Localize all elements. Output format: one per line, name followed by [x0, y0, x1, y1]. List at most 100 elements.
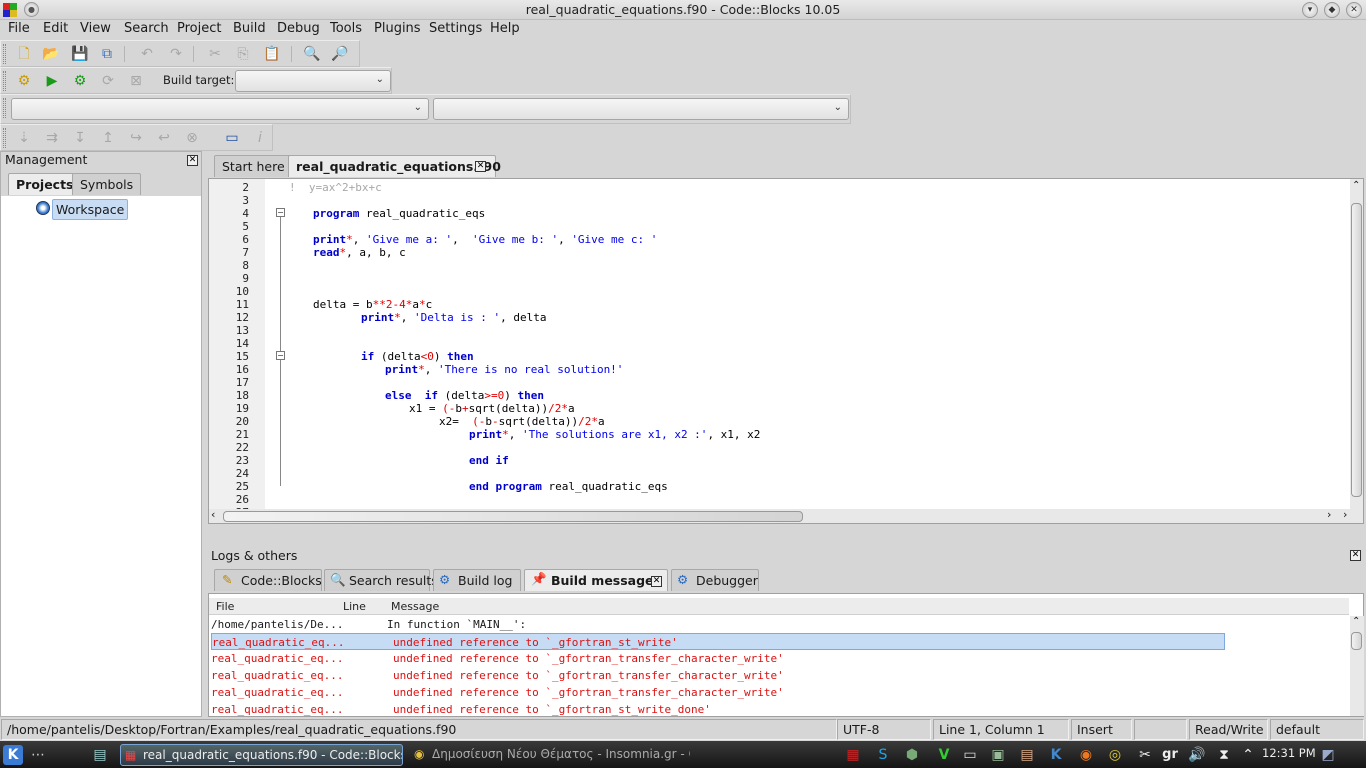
clock[interactable]: 12:31 PM	[1262, 746, 1316, 760]
menu-edit[interactable]: Edit	[43, 21, 68, 36]
scrollbar-thumb[interactable]	[223, 511, 803, 522]
scrollbar-thumb[interactable]	[1351, 203, 1362, 497]
volume-icon[interactable]: 🔊	[1187, 745, 1207, 765]
copy-icon[interactable]: ⎘	[234, 45, 252, 63]
table-row[interactable]: real_quadratic_eq... undefined reference …	[211, 684, 1225, 701]
chrome-tray-icon[interactable]: ◎	[1105, 745, 1125, 765]
replace-icon[interactable]: 🔎	[331, 45, 349, 63]
redo-icon[interactable]: ↷	[167, 45, 185, 63]
minimize-button[interactable]: ▾	[1302, 2, 1318, 18]
menu-project[interactable]: Project	[177, 21, 221, 36]
debug-step-instruction-icon[interactable]: ↩	[155, 129, 173, 147]
tab-build-log[interactable]: ⚙ Build log	[433, 569, 521, 591]
abort-icon[interactable]: ⊠	[127, 72, 145, 90]
menu-build[interactable]: Build	[233, 21, 266, 36]
terminal-icon[interactable]: ▭	[960, 745, 980, 765]
workspace-tree-item[interactable]: Workspace	[52, 199, 129, 220]
debug-next-instruction-icon[interactable]: ↪	[127, 129, 145, 147]
tab-start-here[interactable]: Start here	[214, 155, 293, 177]
build-and-run-icon[interactable]: ⚙	[71, 72, 89, 90]
menu-tools[interactable]: Tools	[330, 21, 362, 36]
close-icon[interactable]: ✕	[475, 161, 486, 172]
tab-real-quadratic-equations[interactable]: real_quadratic_equations.f90 ✕	[288, 155, 501, 177]
table-row[interactable]: real_quadratic_eq... undefined reference …	[211, 667, 1225, 684]
task-codeblocks[interactable]: ▦ real_quadratic_equations.f90 - Code::Bl…	[120, 744, 403, 766]
debug-windows-icon[interactable]: ▭	[223, 129, 241, 147]
save-icon[interactable]: 💾	[71, 45, 89, 63]
tab-symbols[interactable]: Symbols	[72, 173, 142, 195]
run-icon[interactable]: ▶	[43, 72, 61, 90]
tab-search-results[interactable]: 🔍 Search results	[324, 569, 438, 591]
fold-toggle-icon[interactable]: −	[276, 351, 285, 360]
column-line[interactable]: Line	[343, 600, 366, 613]
menu-view[interactable]: View	[80, 21, 111, 36]
debug-step-out-icon[interactable]: ↥	[99, 129, 117, 147]
scroll-left-icon[interactable]: ‹	[211, 508, 215, 521]
column-file[interactable]: File	[216, 600, 234, 613]
scroll-up-icon[interactable]: ⌃	[1352, 616, 1360, 627]
menu-file[interactable]: File	[8, 21, 30, 36]
cut-icon[interactable]: ✂	[206, 45, 224, 63]
menu-help[interactable]: Help	[490, 21, 520, 36]
build-gear-icon[interactable]: ⚙	[15, 72, 33, 90]
editor-vertical-scrollbar[interactable]: ⌃	[1350, 179, 1363, 509]
close-icon[interactable]: ✕	[651, 576, 662, 587]
close-button[interactable]: ✕	[1346, 2, 1362, 18]
task-chrome[interactable]: ◉ Δημοσίευση Νέου Θέματος - Insomnia.gr -…	[410, 744, 690, 766]
table-row[interactable]: real_quadratic_eq... undefined reference …	[211, 650, 1225, 667]
vim-icon[interactable]: V	[934, 745, 954, 765]
code-editor[interactable]: 2 3 4 5 6 7 8 9 10 11 12 13 14 15 16 17 …	[208, 178, 1364, 524]
tray-expand-icon[interactable]: ⌃	[1238, 745, 1258, 765]
tab-projects[interactable]: Projects	[8, 173, 82, 195]
software-icon[interactable]: ⬢	[902, 745, 922, 765]
table-row[interactable]: /home/pantelis/De... In function `MAIN__'…	[211, 616, 1225, 633]
network-icon[interactable]: ⧗	[1214, 745, 1234, 765]
kopete-icon[interactable]: K	[1046, 745, 1066, 765]
undo-icon[interactable]: ↶	[138, 45, 156, 63]
paste-icon[interactable]: 📋	[263, 45, 281, 63]
table-row[interactable]: real_quadratic_eq... undefined reference …	[211, 701, 1225, 716]
debug-run-to-cursor-icon[interactable]: ⇣	[15, 129, 33, 147]
firefox-icon[interactable]: ◉	[1076, 745, 1096, 765]
scroll-up-icon[interactable]: ⌃	[1352, 180, 1360, 191]
scope-select[interactable]: ⌄	[11, 98, 429, 120]
maximize-button[interactable]: ◆	[1324, 2, 1340, 18]
scroll-right-icon[interactable]: ›	[1327, 508, 1331, 521]
menu-debug[interactable]: Debug	[277, 21, 320, 36]
show-desktop-icon[interactable]: ▤	[90, 745, 110, 765]
package-icon[interactable]: ▤	[1017, 745, 1037, 765]
scroll-right-icon[interactable]: ›	[1343, 508, 1347, 521]
more-icon[interactable]: ⋯	[28, 745, 48, 765]
close-icon[interactable]: ✕	[1350, 550, 1361, 561]
build-messages-list[interactable]: File Line Message /home/pantelis/De... In…	[208, 593, 1364, 717]
table-row[interactable]: real_quadratic_eq... undefined reference …	[211, 633, 1225, 650]
close-icon[interactable]: ✕	[187, 155, 198, 166]
scrollbar-thumb[interactable]	[1351, 632, 1362, 650]
menu-search[interactable]: Search	[124, 21, 169, 36]
debug-info-icon[interactable]: i	[251, 129, 269, 147]
keyboard-layout-indicator[interactable]: gr	[1160, 745, 1180, 765]
toolbar-grip[interactable]	[3, 128, 6, 148]
system-monitor-icon[interactable]: ▣	[988, 745, 1008, 765]
save-all-icon[interactable]: ⧉	[98, 45, 116, 63]
tab-build-messages[interactable]: 📌 Build messages ✕	[524, 569, 668, 591]
find-icon[interactable]: 🔍	[303, 45, 321, 63]
logs-vertical-scrollbar[interactable]: ⌃	[1350, 616, 1364, 716]
debug-next-line-icon[interactable]: ⇉	[43, 129, 61, 147]
toolbar-grip[interactable]	[3, 71, 6, 91]
fold-toggle-icon[interactable]: −	[276, 208, 285, 217]
toolbar-grip[interactable]	[3, 44, 6, 64]
tab-codeblocks-log[interactable]: ✎ Code::Blocks	[214, 569, 322, 591]
column-message[interactable]: Message	[391, 600, 439, 613]
tab-debugger[interactable]: ⚙ Debugger	[671, 569, 759, 591]
toolbar-grip[interactable]	[3, 98, 6, 118]
rebuild-icon[interactable]: ⟳	[99, 72, 117, 90]
open-file-icon[interactable]: 📂	[42, 45, 60, 63]
menu-settings[interactable]: Settings	[429, 21, 482, 36]
debug-step-into-icon[interactable]: ↧	[71, 129, 89, 147]
debug-stop-icon[interactable]: ⊗	[183, 129, 201, 147]
build-target-select[interactable]: ⌄	[235, 70, 391, 92]
scissors-icon[interactable]: ✂	[1135, 745, 1155, 765]
menu-plugins[interactable]: Plugins	[374, 21, 421, 36]
function-select[interactable]: ⌄	[433, 98, 849, 120]
